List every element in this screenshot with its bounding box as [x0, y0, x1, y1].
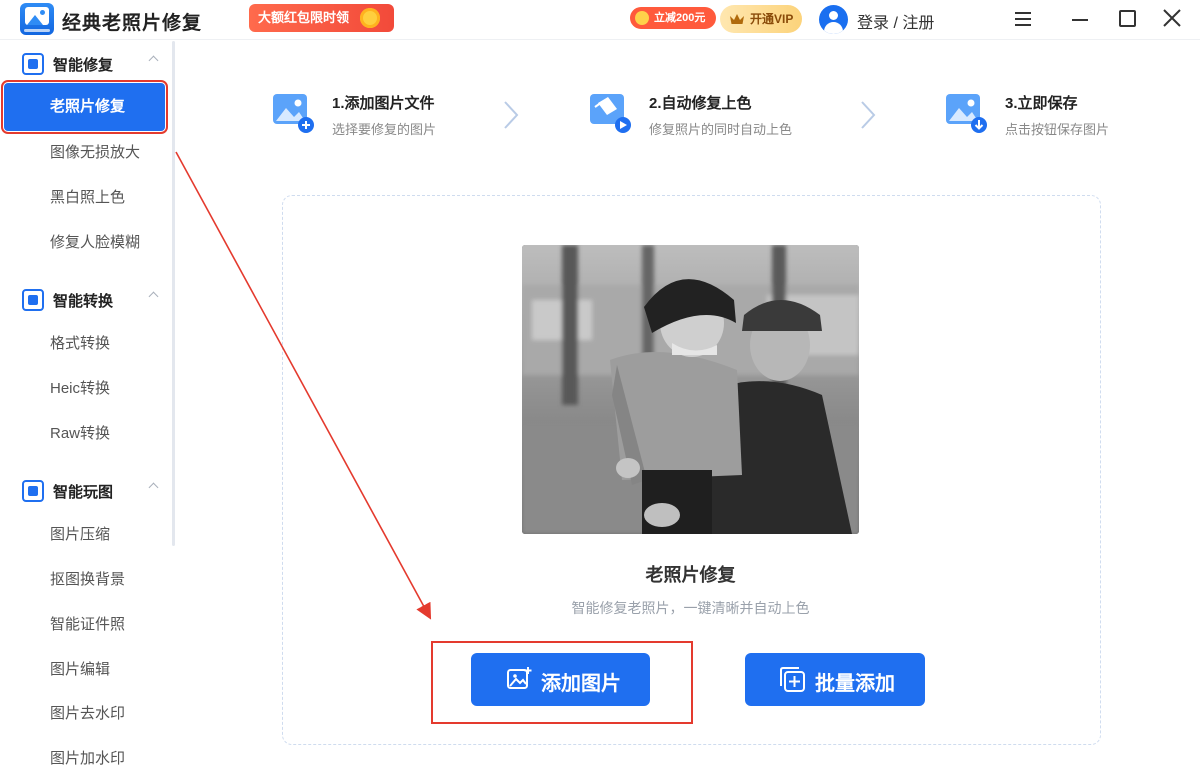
promo-label: 大额红包限时领: [258, 10, 350, 25]
chevron-up-icon: [148, 55, 159, 66]
minimize-icon[interactable]: [1066, 6, 1094, 32]
sidebar-scrollbar[interactable]: [172, 41, 175, 546]
batch-add-icon: [780, 667, 805, 692]
menu-icon[interactable]: [1009, 6, 1037, 32]
sidebar-item-add-watermark[interactable]: 图片加水印: [0, 739, 168, 777]
app-title: 经典老照片修复: [62, 13, 203, 34]
add-image-icon: [273, 94, 314, 133]
sidebar-item-id-photo[interactable]: 智能证件照: [0, 605, 168, 645]
coin-icon: [635, 11, 649, 25]
step-desc: 点击按钮保存图片: [1005, 122, 1110, 137]
sidebar-group-smart-repair[interactable]: 智能修复: [22, 52, 172, 76]
main-panel: 1.添加图片文件 选择要修复的图片 2.自动修复上色 修复照片的同时自动上色 3…: [176, 41, 1200, 777]
vip-label: 开通VIP: [750, 12, 794, 26]
group-label: 智能修复: [53, 57, 114, 74]
convert-icon: [22, 289, 44, 311]
sidebar-item-image-edit[interactable]: 图片编辑: [0, 650, 168, 690]
feature-title: 老照片修复: [645, 565, 736, 585]
title-bar: 经典老照片修复 大额红包限时领 立减200元 开通VIP 登录 / 注册: [0, 0, 1200, 40]
sidebar-group-smart-play[interactable]: 智能玩图: [22, 479, 172, 503]
chevron-up-icon: [148, 291, 159, 302]
group-label: 智能玩图: [53, 484, 114, 501]
sidebar-item-cutout-background[interactable]: 抠图换背景: [0, 560, 168, 600]
user-avatar-icon[interactable]: [819, 5, 848, 34]
chevron-right-icon: [504, 101, 519, 129]
group-label: 智能转换: [53, 293, 114, 310]
step-title: 1.添加图片文件: [332, 95, 435, 112]
step-desc: 修复照片的同时自动上色: [649, 122, 793, 137]
sidebar: 智能修复 老照片修复 图像无损放大 黑白照上色 修复人脸模糊 智能转换 格式转换…: [0, 41, 176, 777]
sidebar-item-format-convert[interactable]: 格式转换: [0, 324, 168, 364]
close-icon[interactable]: [1158, 6, 1186, 32]
crown-icon: [730, 14, 744, 24]
sidebar-group-smart-convert[interactable]: 智能转换: [22, 288, 172, 312]
sidebar-item-face-deblur[interactable]: 修复人脸模糊: [0, 223, 168, 263]
coin-icon: [360, 8, 380, 28]
red-packet-promo-button[interactable]: 大额红包限时领: [249, 4, 394, 32]
step-title: 3.立即保存: [1005, 95, 1078, 112]
step-title: 2.自动修复上色: [649, 95, 752, 112]
paint-bucket-icon: [590, 94, 631, 133]
sidebar-item-old-photo-repair[interactable]: 老照片修复: [1, 80, 168, 134]
chevron-up-icon: [148, 482, 159, 493]
sidebar-item-colorize[interactable]: 黑白照上色: [0, 178, 168, 218]
app-logo-icon: [20, 3, 54, 35]
maximize-icon[interactable]: [1113, 6, 1141, 32]
discount-label: 立减200元: [654, 12, 706, 24]
sidebar-item-compress[interactable]: 图片压缩: [0, 515, 168, 555]
batch-add-label: 批量添加: [815, 673, 895, 695]
steps-bar: 1.添加图片文件 选择要修复的图片 2.自动修复上色 修复照片的同时自动上色 3…: [176, 41, 1200, 161]
sample-old-photo: [522, 245, 859, 534]
sidebar-item-raw-convert[interactable]: Raw转换: [0, 414, 168, 454]
save-image-icon: [946, 94, 987, 133]
image-repair-icon: [22, 53, 44, 75]
sidebar-item-remove-watermark[interactable]: 图片去水印: [0, 694, 168, 734]
sidebar-item-heic-convert[interactable]: Heic转换: [0, 369, 168, 409]
annotation-highlight-box: [431, 641, 693, 724]
login-register-link[interactable]: 登录 / 注册: [857, 9, 934, 33]
batch-add-button[interactable]: 批量添加: [745, 653, 925, 706]
step-desc: 选择要修复的图片: [332, 122, 437, 137]
vip-button[interactable]: 开通VIP: [720, 5, 802, 33]
discount-badge[interactable]: 立减200元: [630, 7, 716, 29]
feature-subtitle: 智能修复老照片，一键清晰并自动上色: [571, 600, 810, 616]
play-image-icon: [22, 480, 44, 502]
sidebar-item-lossless-upscale[interactable]: 图像无损放大: [0, 133, 168, 173]
chevron-right-icon: [861, 101, 876, 129]
